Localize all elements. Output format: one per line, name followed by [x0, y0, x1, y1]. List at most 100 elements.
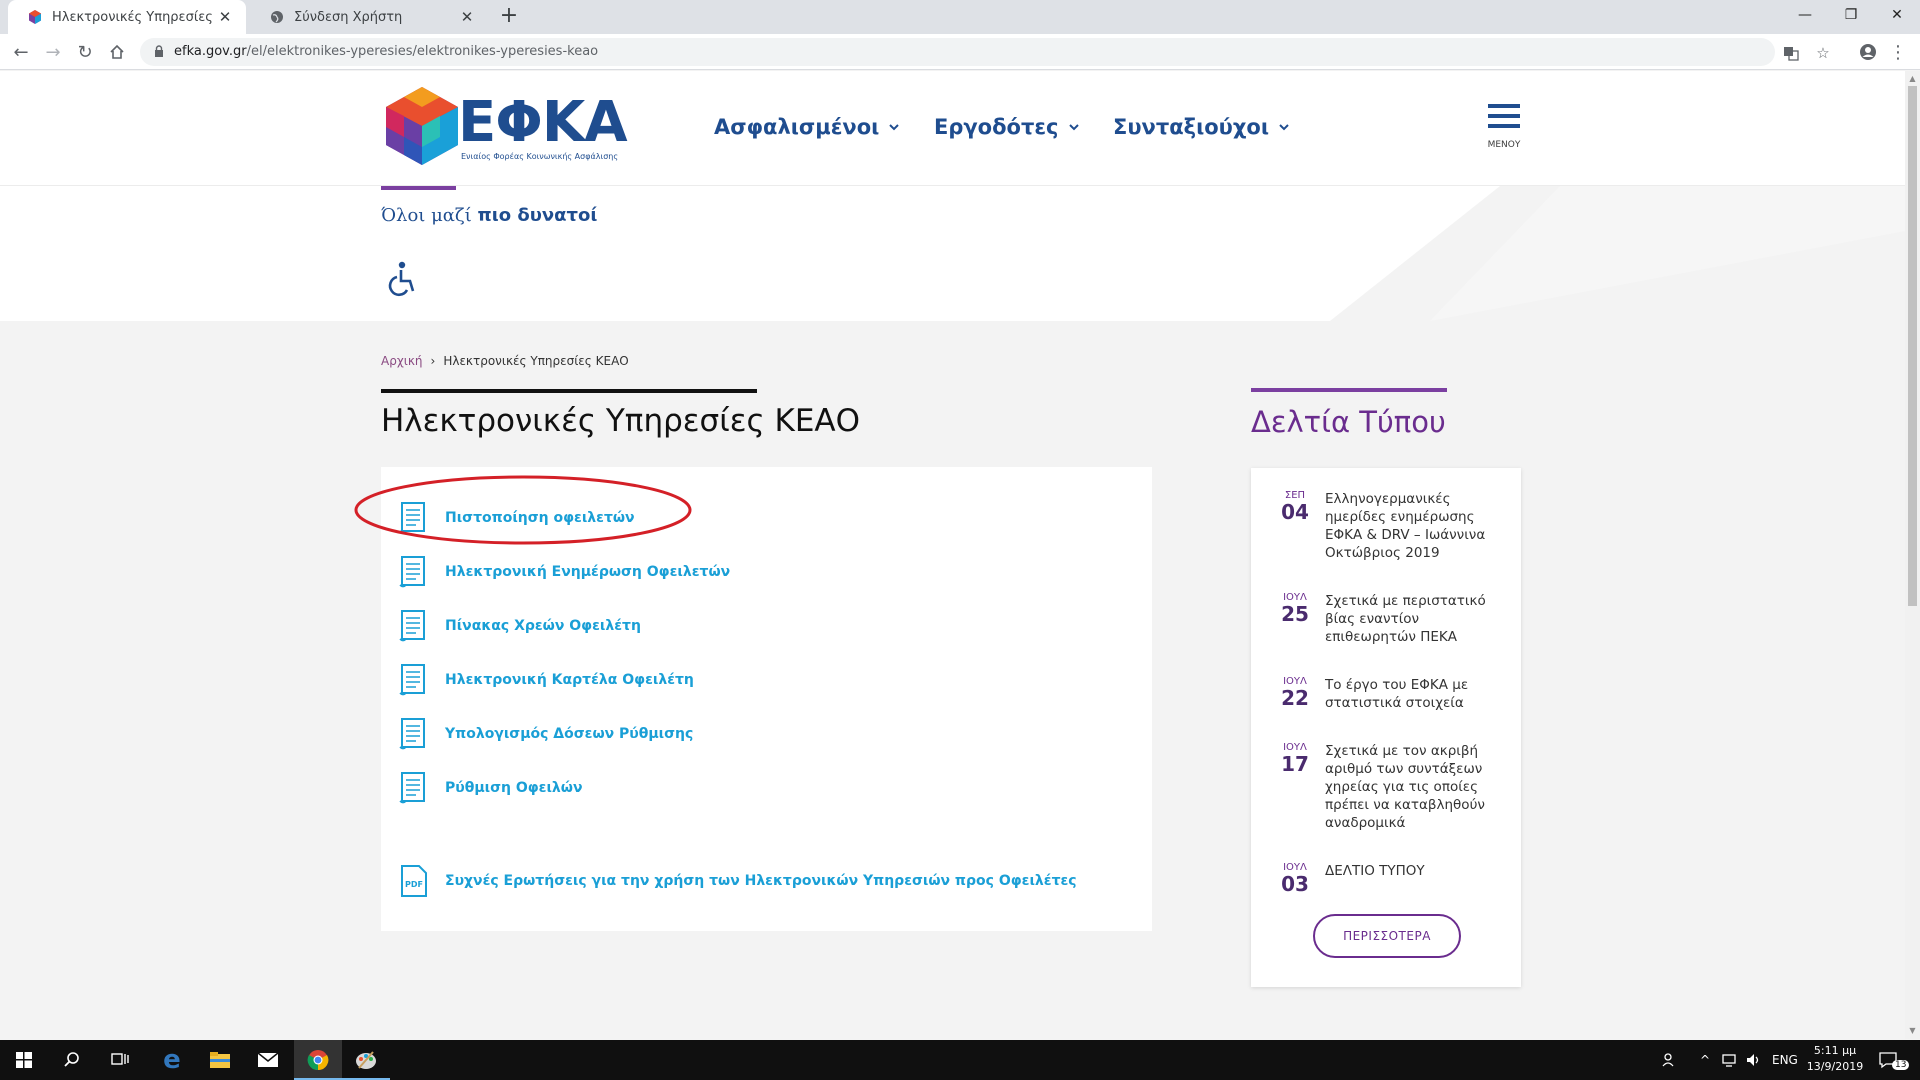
- paint-icon[interactable]: [342, 1040, 390, 1080]
- chevron-down-icon: [1279, 123, 1289, 130]
- chevron-down-icon: [1068, 123, 1079, 130]
- press-item[interactable]: ΙΟΥΛ 25 Σχετικά με περιστατικό βίας εναν…: [1275, 592, 1505, 646]
- service-link-debtor-update[interactable]: Ηλεκτρονική Ενημέρωση Οφειλετών: [399, 555, 730, 589]
- faq-pdf-link[interactable]: PDF Συχνές Ερωτήσεις για την χρήση των Η…: [399, 864, 1077, 898]
- header-divider: [0, 185, 1905, 186]
- people-icon[interactable]: [1662, 1040, 1678, 1080]
- lock-icon: [155, 45, 163, 57]
- title-accent-bar: [381, 389, 757, 393]
- service-link-debt-arrangement[interactable]: Ρύθμιση Οφειλών: [399, 771, 583, 805]
- menu-button[interactable]: ΜΕΝΟΥ: [1484, 103, 1524, 150]
- breadcrumb-home[interactable]: Αρχική: [381, 354, 423, 368]
- task-view-icon[interactable]: [96, 1040, 144, 1080]
- nav-pensioners[interactable]: Συνταξιούχοι: [1113, 115, 1289, 139]
- back-arrow-icon[interactable]: ←: [9, 40, 33, 64]
- nav-employers[interactable]: Εργοδότες: [934, 115, 1079, 139]
- chevron-up-icon[interactable]: ^: [1700, 1040, 1710, 1080]
- file-explorer-icon[interactable]: [196, 1040, 244, 1080]
- efka-logo-icon[interactable]: [382, 85, 462, 167]
- press-date: ΙΟΥΛ 25: [1281, 592, 1309, 626]
- browser-toolbar: ← → ↻ efka.gov.gr/el/elektronikes-yperes…: [0, 34, 1920, 70]
- restore-icon[interactable]: ❐: [1828, 0, 1874, 30]
- press-text: Το έργο του ΕΦΚΑ με στατιστικά στοιχεία: [1325, 677, 1469, 711]
- url-text: efka.gov.gr/el/elektronikes-yperesies/el…: [174, 44, 599, 59]
- reload-icon[interactable]: ↻: [73, 40, 97, 64]
- web-page: ΕΦΚΑ Ενιαίος Φορέας Κοινωνικής Ασφάλισης…: [0, 71, 1905, 1039]
- new-tab-icon[interactable]: +: [496, 4, 522, 30]
- system-clock[interactable]: 5:11 μμ 13/9/2019: [1800, 1043, 1870, 1075]
- nav-insured[interactable]: Ασφαλισμένοι: [714, 115, 900, 139]
- tab-login[interactable]: Σύνδεση Χρήστη ✕: [250, 0, 488, 34]
- document-icon: [399, 772, 425, 804]
- menu-label: ΜΕΝΟΥ: [1487, 140, 1521, 150]
- language-indicator[interactable]: ENG: [1772, 1040, 1798, 1080]
- efka-favicon-icon: [29, 10, 41, 24]
- home-icon[interactable]: [105, 40, 129, 64]
- breadcrumb: Αρχική › Ηλεκτρονικές Υπηρεσίες ΚΕΑΟ: [381, 354, 629, 368]
- press-text: Σχετικά με περιστατικό βίας εναντίον επι…: [1325, 593, 1486, 645]
- edge-browser-icon[interactable]: e: [148, 1040, 196, 1080]
- header-decoration: [1330, 71, 1905, 321]
- tagline-accent-bar: [381, 186, 456, 190]
- document-icon: [399, 664, 425, 696]
- close-tab-icon[interactable]: ✕: [458, 8, 476, 26]
- tab-keao[interactable]: Ηλεκτρονικές Υπηρεσίες ΚΕΑΟ | ✕: [8, 0, 246, 34]
- pdf-icon: PDF: [401, 865, 427, 897]
- breadcrumb-current: Ηλεκτρονικές Υπηρεσίες ΚΕΑΟ: [443, 354, 629, 368]
- forward-arrow-icon[interactable]: →: [41, 40, 65, 64]
- page-title: Ηλεκτρονικές Υπηρεσίες ΚΕΑΟ: [381, 403, 861, 439]
- address-bar[interactable]: efka.gov.gr/el/elektronikes-yperesies/el…: [140, 38, 1830, 66]
- notification-count-badge: 13: [1892, 1060, 1910, 1070]
- scroll-up-icon[interactable]: ▲: [1908, 74, 1917, 83]
- profile-icon[interactable]: [1856, 40, 1880, 64]
- globe-icon: [271, 11, 283, 23]
- close-window-icon[interactable]: ✕: [1874, 0, 1920, 30]
- press-date: ΣΕΠ 04: [1281, 490, 1309, 524]
- tab-title: Ηλεκτρονικές Υπηρεσίες ΚΕΑΟ |: [52, 9, 216, 25]
- bookmark-star-icon[interactable]: ☆: [1812, 42, 1834, 64]
- scroll-down-icon[interactable]: ▼: [1908, 1026, 1917, 1035]
- network-icon[interactable]: [1722, 1040, 1738, 1080]
- accessibility-icon[interactable]: [386, 261, 418, 301]
- volume-icon[interactable]: [1746, 1040, 1762, 1080]
- document-icon: [399, 718, 425, 750]
- press-date: ΙΟΥΛ 22: [1281, 676, 1309, 710]
- service-link-debtor-card[interactable]: Ηλεκτρονική Καρτέλα Οφειλέτη: [399, 663, 694, 697]
- press-title: Δελτία Τύπου: [1251, 405, 1446, 439]
- chevron-down-icon: [889, 123, 900, 130]
- tab-title: Σύνδεση Χρήστη: [294, 9, 403, 25]
- windows-start-icon[interactable]: [0, 1040, 48, 1080]
- press-item[interactable]: ΙΟΥΛ 03 ΔΕΛΤΙΟ ΤΥΠΟΥ: [1275, 862, 1505, 894]
- kebab-menu-icon[interactable]: ⋮: [1886, 40, 1910, 64]
- search-icon[interactable]: [48, 1040, 96, 1080]
- svg-text:PDF: PDF: [405, 880, 423, 889]
- press-item[interactable]: ΙΟΥΛ 17 Σχετικά με τον ακριβή αριθμό των…: [1275, 742, 1505, 832]
- close-tab-icon[interactable]: ✕: [216, 8, 234, 26]
- press-accent-bar: [1251, 388, 1447, 392]
- chevron-right-icon: ›: [430, 354, 436, 368]
- press-item[interactable]: ΣΕΠ 04 Ελληνογερμανικές ημερίδες ενημέρω…: [1275, 490, 1505, 562]
- logo-subtitle: Ενιαίος Φορέας Κοινωνικής Ασφάλισης: [461, 152, 619, 161]
- hamburger-icon: [1488, 104, 1520, 108]
- chrome-icon[interactable]: [294, 1040, 342, 1080]
- press-item[interactable]: ΙΟΥΛ 22 Το έργο του ΕΦΚΑ με στατιστικά σ…: [1275, 676, 1505, 712]
- more-button[interactable]: ΠΕΡΙΣΣΟΤΕΡΑ: [1313, 914, 1461, 958]
- service-link-installment-calc[interactable]: Υπολογισμός Δόσεων Ρύθμισης: [399, 717, 693, 751]
- press-text: ΔΕΛΤΙΟ ΤΥΠΟΥ: [1325, 863, 1425, 879]
- page-scrollbar[interactable]: ▲ ▼: [1905, 71, 1920, 1039]
- logo-wordmark[interactable]: ΕΦΚΑ: [458, 93, 628, 153]
- press-text: Σχετικά με τον ακριβή αριθμό των συντάξε…: [1325, 743, 1485, 831]
- windows-taskbar: e ^ ENG 5:11 μμ 13/9/2019 13: [0, 1040, 1920, 1080]
- service-link-debt-table[interactable]: Πίνακας Χρεών Οφειλέτη: [399, 609, 641, 643]
- translate-icon[interactable]: [1780, 42, 1802, 64]
- press-date: ΙΟΥΛ 03: [1281, 862, 1309, 896]
- document-icon: [399, 610, 425, 642]
- minimize-icon[interactable]: —: [1782, 0, 1828, 30]
- press-releases-card: ΣΕΠ 04 Ελληνογερμανικές ημερίδες ενημέρω…: [1251, 468, 1521, 987]
- mail-icon[interactable]: [244, 1040, 292, 1080]
- scrollbar-thumb[interactable]: [1908, 86, 1917, 606]
- press-text: Ελληνογερμανικές ημερίδες ενημέρωσης ΕΦΚ…: [1325, 491, 1486, 561]
- browser-tab-bar: Ηλεκτρονικές Υπηρεσίες ΚΕΑΟ | ✕ Σύνδεση …: [0, 0, 1920, 34]
- press-date: ΙΟΥΛ 17: [1281, 742, 1309, 776]
- notification-center-icon[interactable]: 13: [1878, 1040, 1910, 1080]
